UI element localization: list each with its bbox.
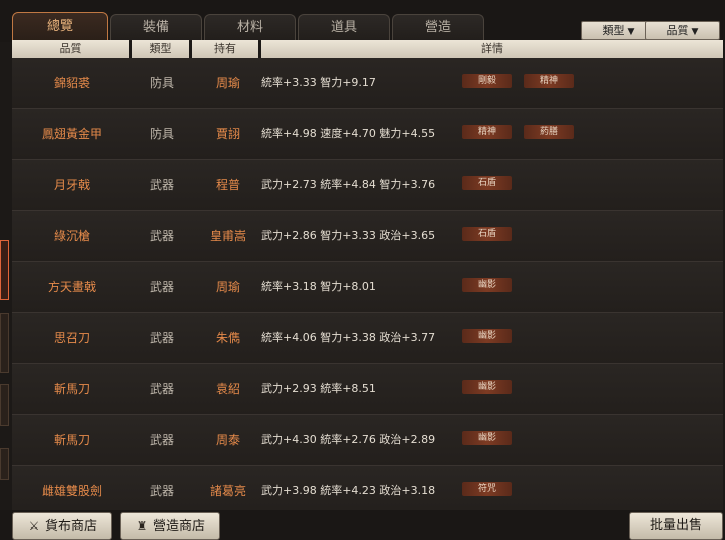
table-row[interactable]: 方天畫戟 武器 周瑜 統率+3.18 智力+8.01 幽影: [12, 262, 723, 313]
build-shop-button-label: 營造商店: [152, 519, 205, 534]
batch-sell-button-label: 批量出售: [649, 518, 702, 533]
item-type: 武器: [149, 229, 174, 243]
item-name: 思召刀: [53, 331, 90, 345]
column-header-detail: 詳情: [261, 40, 723, 58]
item-type: 防具: [149, 127, 174, 141]
skill-tag: 精神: [524, 74, 574, 88]
item-owner: 朱儁: [215, 331, 240, 345]
side-thumbnail[interactable]: [0, 384, 9, 426]
skill-tag: 石盾: [462, 176, 512, 190]
quality-filter-dropdown[interactable]: 品質 ▼: [645, 21, 720, 40]
tower-icon: ♜: [136, 519, 148, 533]
table-header: 品質 類型 持有 詳情: [12, 40, 723, 58]
skill-tag: 符咒: [462, 482, 512, 496]
skill-tag: 幽影: [462, 278, 512, 292]
table-row[interactable]: 雌雄雙股劍 武器 諸葛亮 武力+3.98 統率+4.23 政治+3.18 符咒: [12, 466, 723, 510]
side-thumbnail[interactable]: [0, 240, 9, 300]
item-detail: 統率+4.06 智力+3.38 政治+3.77: [261, 331, 436, 344]
item-name: 月牙戟: [53, 178, 90, 192]
equipment-list[interactable]: 錦貂裘 防具 周瑜 統率+3.33 智力+9.17 剛毅 精神 鳳翅黃金甲 防具…: [12, 58, 723, 510]
item-detail: 武力+3.98 統率+4.23 政治+3.18: [261, 484, 436, 497]
batch-sell-button[interactable]: 批量出售: [629, 512, 723, 540]
item-name: 斬馬刀: [53, 382, 90, 396]
item-type: 武器: [149, 178, 174, 192]
side-thumbnail[interactable]: [0, 448, 9, 480]
table-row[interactable]: 思召刀 武器 朱儁 統率+4.06 智力+3.38 政治+3.77 幽影: [12, 313, 723, 364]
item-detail: 武力+2.93 統率+8.51: [261, 382, 376, 395]
item-owner: 周瑜: [215, 76, 240, 90]
item-type: 防具: [149, 76, 174, 90]
item-detail: 統率+4.98 速度+4.70 魅力+4.55: [261, 127, 436, 140]
item-name: 方天畫戟: [47, 280, 96, 294]
item-owner: 賈詡: [215, 127, 240, 141]
item-owner: 周瑜: [215, 280, 240, 294]
item-owner: 袁紹: [215, 382, 240, 396]
item-owner: 諸葛亮: [209, 484, 246, 498]
type-filter-label: 類型: [602, 24, 625, 37]
column-header-type[interactable]: 類型: [132, 40, 189, 58]
tab-equipment[interactable]: 裝備: [110, 14, 202, 41]
item-type: 武器: [149, 280, 174, 294]
item-detail: 統率+3.18 智力+8.01: [261, 280, 376, 293]
item-owner: 程普: [215, 178, 240, 192]
item-type: 武器: [149, 433, 174, 447]
item-detail: 武力+4.30 統率+2.76 政治+2.89: [261, 433, 436, 446]
table-row[interactable]: 綠沉槍 武器 皇甫嵩 武力+2.86 智力+3.33 政治+3.65 石盾: [12, 211, 723, 262]
item-name: 錦貂裘: [53, 76, 90, 90]
chevron-down-icon: ▼: [627, 27, 635, 37]
sword-icon: ⚔: [28, 519, 40, 533]
tab-items[interactable]: 道具: [298, 14, 390, 41]
table-row[interactable]: 斬馬刀 武器 袁紹 武力+2.93 統率+8.51 幽影: [12, 364, 723, 415]
tab-materials[interactable]: 材料: [204, 14, 296, 41]
item-detail: 統率+3.33 智力+9.17: [261, 76, 376, 89]
chevron-down-icon: ▼: [691, 27, 699, 37]
item-detail: 武力+2.73 統率+4.84 智力+3.76: [261, 178, 436, 191]
table-row[interactable]: 月牙戟 武器 程普 武力+2.73 統率+4.84 智力+3.76 石盾: [12, 160, 723, 211]
column-header-quality[interactable]: 品質: [12, 40, 129, 58]
skill-tag: 葯膳: [524, 125, 574, 139]
table-row[interactable]: 鳳翅黃金甲 防具 賈詡 統率+4.98 速度+4.70 魅力+4.55 精神 葯…: [12, 109, 723, 160]
column-header-owner[interactable]: 持有: [192, 40, 258, 58]
item-owner: 周泰: [215, 433, 240, 447]
tab-construction[interactable]: 營造: [392, 14, 484, 41]
build-shop-button[interactable]: ♜ 營造商店: [120, 512, 220, 540]
skill-tag: 幽影: [462, 431, 512, 445]
table-row[interactable]: 斬馬刀 武器 周泰 武力+4.30 統率+2.76 政治+2.89 幽影: [12, 415, 723, 466]
shop-button-label: 貨布商店: [44, 519, 97, 534]
quality-filter-label: 品質: [666, 24, 689, 37]
shop-button[interactable]: ⚔ 貨布商店: [12, 512, 112, 540]
table-row[interactable]: 錦貂裘 防具 周瑜 統率+3.33 智力+9.17 剛毅 精神: [12, 58, 723, 109]
item-type: 武器: [149, 331, 174, 345]
item-name: 斬馬刀: [53, 433, 90, 447]
item-type: 武器: [149, 382, 174, 396]
tab-overview[interactable]: 總覽: [12, 12, 108, 42]
skill-tag: 精神: [462, 125, 512, 139]
skill-tag: 剛毅: [462, 74, 512, 88]
skill-tag: 石盾: [462, 227, 512, 241]
item-name: 鳳翅黃金甲: [41, 127, 102, 141]
skill-tag: 幽影: [462, 380, 512, 394]
item-type: 武器: [149, 484, 174, 498]
side-thumbnail[interactable]: [0, 313, 9, 373]
item-name: 綠沉槍: [53, 229, 90, 243]
skill-tag: 幽影: [462, 329, 512, 343]
item-owner: 皇甫嵩: [209, 229, 246, 243]
item-detail: 武力+2.86 智力+3.33 政治+3.65: [261, 229, 436, 242]
item-name: 雌雄雙股劍: [41, 484, 102, 498]
